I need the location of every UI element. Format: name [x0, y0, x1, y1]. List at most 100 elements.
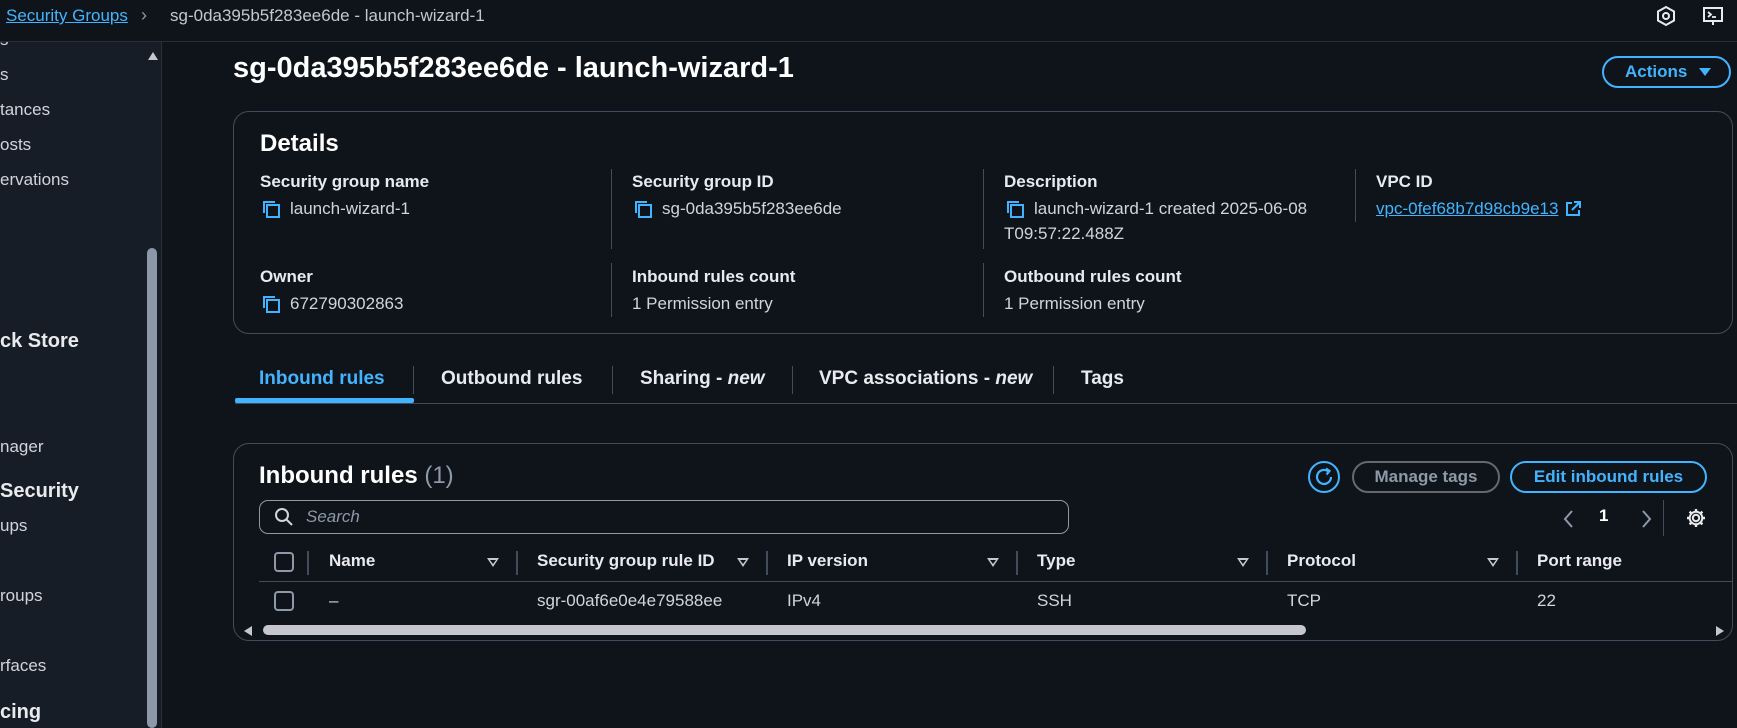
column-header-type[interactable]: Type [1037, 551, 1075, 571]
sidebar-item-network-interfaces[interactable]: rfaces [0, 656, 46, 676]
field-label: Description [1004, 172, 1098, 191]
field-inbound-rules-count: Inbound rules count 1 Permission entry [632, 267, 795, 314]
column-header-name[interactable]: Name [329, 551, 375, 571]
search-icon [275, 508, 293, 526]
column-header-port-range[interactable]: Port range [1537, 551, 1622, 571]
table-row[interactable]: – sgr-00af6e0e4e79588ee IPv4 SSH TCP 22 [259, 582, 1732, 620]
field-label: Outbound rules count [1004, 267, 1182, 286]
field-security-group-id: Security group ID sg-0da395b5f283ee6de [632, 172, 842, 220]
refresh-button[interactable] [1308, 461, 1340, 493]
tab-inbound-rules[interactable]: Inbound rules [259, 368, 385, 390]
column-divider [307, 551, 309, 575]
tab-vpc-associations[interactable]: VPC associations - new [819, 368, 1032, 390]
field-vpc-id: VPC ID vpc-0fef68b7d98cb9e13 [1376, 172, 1582, 219]
divider [983, 169, 984, 249]
column-divider[interactable] [1266, 551, 1268, 575]
sidebar-section-network-security: Security [0, 480, 79, 502]
column-header-protocol[interactable]: Protocol [1287, 551, 1356, 571]
field-label: VPC ID [1376, 172, 1433, 191]
column-header-ip-version[interactable]: IP version [787, 551, 868, 571]
cell-name: – [329, 591, 339, 610]
details-title: Details [260, 130, 339, 157]
sort-icon[interactable] [487, 558, 499, 567]
tab-sharing[interactable]: Sharing - new [640, 368, 765, 390]
column-divider[interactable] [516, 551, 518, 575]
sidebar-section-block-store: ck Store [0, 330, 79, 352]
sidebar-item-manager[interactable]: nager [0, 437, 43, 457]
sort-icon[interactable] [1487, 558, 1499, 567]
edit-inbound-rules-button[interactable]: Edit inbound rules [1510, 461, 1707, 493]
sidebar-item-reservations[interactable]: ervations [0, 170, 69, 190]
row-checkbox[interactable] [274, 591, 294, 611]
chevron-left-icon[interactable] [1562, 509, 1576, 529]
gear-icon[interactable] [1685, 507, 1707, 529]
scrollbar-thumb[interactable] [263, 625, 1306, 635]
sidebar-item-placement-groups[interactable]: roups [0, 586, 43, 606]
owner-value: 672790302863 [290, 294, 404, 313]
field-outbound-rules-count: Outbound rules count 1 Permission entry [1004, 267, 1182, 314]
refresh-icon [1315, 467, 1333, 486]
caret-down-icon [1699, 68, 1712, 76]
security-group-name-value: launch-wizard-1 [290, 199, 410, 218]
tab-vpc-associations-label: VPC associations - [819, 368, 996, 389]
breadcrumb-security-groups-link[interactable]: Security Groups [6, 6, 128, 26]
external-link-icon [1566, 201, 1582, 216]
field-description: Description launch-wizard-1 created 2025… [1004, 172, 1307, 244]
cell-type: SSH [1037, 591, 1072, 610]
chevron-right-icon: › [141, 5, 147, 25]
sidebar-item-instances[interactable]: tances [0, 100, 50, 120]
field-label: Security group name [260, 172, 430, 191]
select-all-checkbox[interactable] [274, 552, 294, 572]
details-container: Details Security group name launch-wizar… [233, 111, 1733, 334]
divider [611, 169, 612, 249]
inbound-rules-title-label: Inbound rules [259, 462, 418, 489]
breadcrumb: Security Groups › sg-0da395b5f283ee6de -… [0, 0, 1737, 42]
actions-button-label: Actions [1625, 62, 1688, 81]
page-number[interactable]: 1 [1599, 506, 1608, 526]
column-divider[interactable] [1516, 551, 1518, 575]
sort-icon[interactable] [987, 558, 999, 567]
manage-tags-button[interactable]: Manage tags [1352, 461, 1500, 493]
copy-icon[interactable] [260, 293, 282, 315]
divider [1355, 169, 1356, 222]
chevron-right-icon[interactable] [1639, 509, 1653, 529]
notifications-icon[interactable] [1655, 5, 1677, 27]
new-tag: new [995, 368, 1033, 389]
tab-divider [1053, 366, 1054, 394]
sidebar-item-hosts[interactable]: osts [0, 135, 31, 155]
tab-active-indicator [235, 398, 414, 403]
copy-icon[interactable] [1004, 198, 1026, 220]
scroll-left-arrow-icon[interactable] [244, 626, 252, 636]
sort-icon[interactable] [1237, 558, 1249, 567]
field-label: Owner [260, 267, 313, 286]
tab-outbound-rules[interactable]: Outbound rules [441, 368, 582, 390]
inbound-rules-title: Inbound rules (1) [259, 462, 454, 490]
inbound-rules-panel: Inbound rules (1) Manage tags Edit inbou… [233, 443, 1733, 641]
divider [1663, 500, 1664, 536]
new-tag: new [727, 368, 765, 389]
column-divider[interactable] [1016, 551, 1018, 575]
description-value-line1: launch-wizard-1 created 2025-06-08 [1034, 199, 1308, 218]
scroll-up-arrow-icon[interactable] [148, 52, 158, 60]
sidebar-item[interactable]: s [0, 65, 9, 85]
sidebar-item[interactable]: s [0, 42, 9, 50]
divider [611, 263, 612, 317]
cell-protocol: TCP [1287, 591, 1321, 610]
sidebar-scrollbar[interactable] [147, 248, 157, 728]
column-divider[interactable] [766, 551, 768, 575]
breadcrumb-current: sg-0da395b5f283ee6de - launch-wizard-1 [170, 6, 485, 25]
table-horizontal-scrollbar[interactable] [234, 622, 1732, 640]
actions-button[interactable]: Actions [1602, 56, 1731, 88]
scroll-right-arrow-icon[interactable] [1716, 626, 1724, 636]
tab-tags[interactable]: Tags [1081, 368, 1124, 390]
sidebar-item-security-groups[interactable]: ups [0, 516, 27, 536]
vpc-id-link[interactable]: vpc-0fef68b7d98cb9e13 [1376, 199, 1558, 219]
sort-icon[interactable] [737, 558, 749, 567]
column-header-rule-id[interactable]: Security group rule ID [537, 551, 715, 571]
cell-port-range: 22 [1537, 591, 1556, 610]
copy-icon[interactable] [260, 198, 282, 220]
cloudshell-icon[interactable] [1702, 5, 1724, 27]
search-input[interactable] [306, 507, 1046, 527]
copy-icon[interactable] [632, 198, 654, 220]
tabs: Inbound rules Outbound rules Sharing - n… [235, 352, 1737, 404]
